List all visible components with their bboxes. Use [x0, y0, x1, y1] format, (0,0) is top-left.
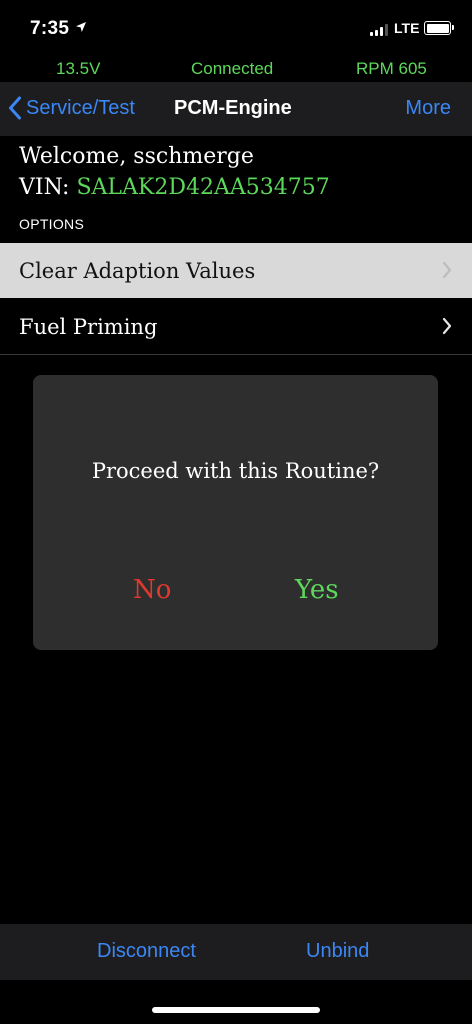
vin-label: VIN: — [19, 175, 70, 200]
disconnect-button[interactable]: Disconnect — [97, 940, 196, 963]
location-arrow-icon — [76, 22, 86, 32]
welcome-text: Welcome, sschmerge — [19, 144, 254, 169]
chevron-right-icon — [442, 317, 452, 335]
battery-icon — [424, 21, 454, 35]
signal-icon — [370, 24, 388, 36]
options-section-header: OPTIONS — [19, 216, 85, 232]
back-button-label: Service/Test — [26, 96, 135, 119]
yes-button[interactable]: Yes — [295, 575, 339, 605]
status-bar: 7:35 LTE — [0, 0, 472, 56]
vin-line: VIN: SALAK2D42AA534757 — [19, 175, 330, 200]
voltage-readout: 13.5V — [56, 59, 101, 78]
home-indicator[interactable] — [152, 1007, 320, 1013]
dialog-message: Proceed with this Routine? — [91, 459, 380, 483]
option-clear-adaption-values[interactable]: Clear Adaption Values — [0, 243, 472, 298]
option-label: Clear Adaption Values — [19, 258, 256, 283]
chevron-left-icon — [9, 96, 21, 120]
vin-value: SALAK2D42AA534757 — [76, 175, 330, 200]
vehicle-info-bar: 13.5V Connected RPM 605 — [0, 56, 472, 82]
bottom-toolbar: Disconnect Unbind — [0, 924, 472, 980]
network-type: LTE — [394, 20, 420, 36]
option-label: Fuel Priming — [19, 314, 158, 339]
option-fuel-priming[interactable]: Fuel Priming — [0, 299, 472, 355]
chevron-right-icon — [442, 261, 452, 279]
back-button[interactable]: Service/Test — [8, 96, 135, 120]
no-button[interactable]: No — [133, 575, 171, 605]
more-button[interactable]: More — [405, 97, 451, 120]
connection-status: Connected — [191, 59, 274, 78]
rpm-readout: RPM 605 — [356, 59, 427, 78]
navigation-bar: Service/Test PCM-Engine More — [0, 82, 472, 136]
confirm-routine-dialog: Proceed with this Routine? No Yes — [33, 375, 438, 650]
status-time: 7:35 — [30, 18, 70, 39]
page-title: PCM-Engine — [174, 97, 292, 119]
unbind-button[interactable]: Unbind — [306, 940, 369, 963]
